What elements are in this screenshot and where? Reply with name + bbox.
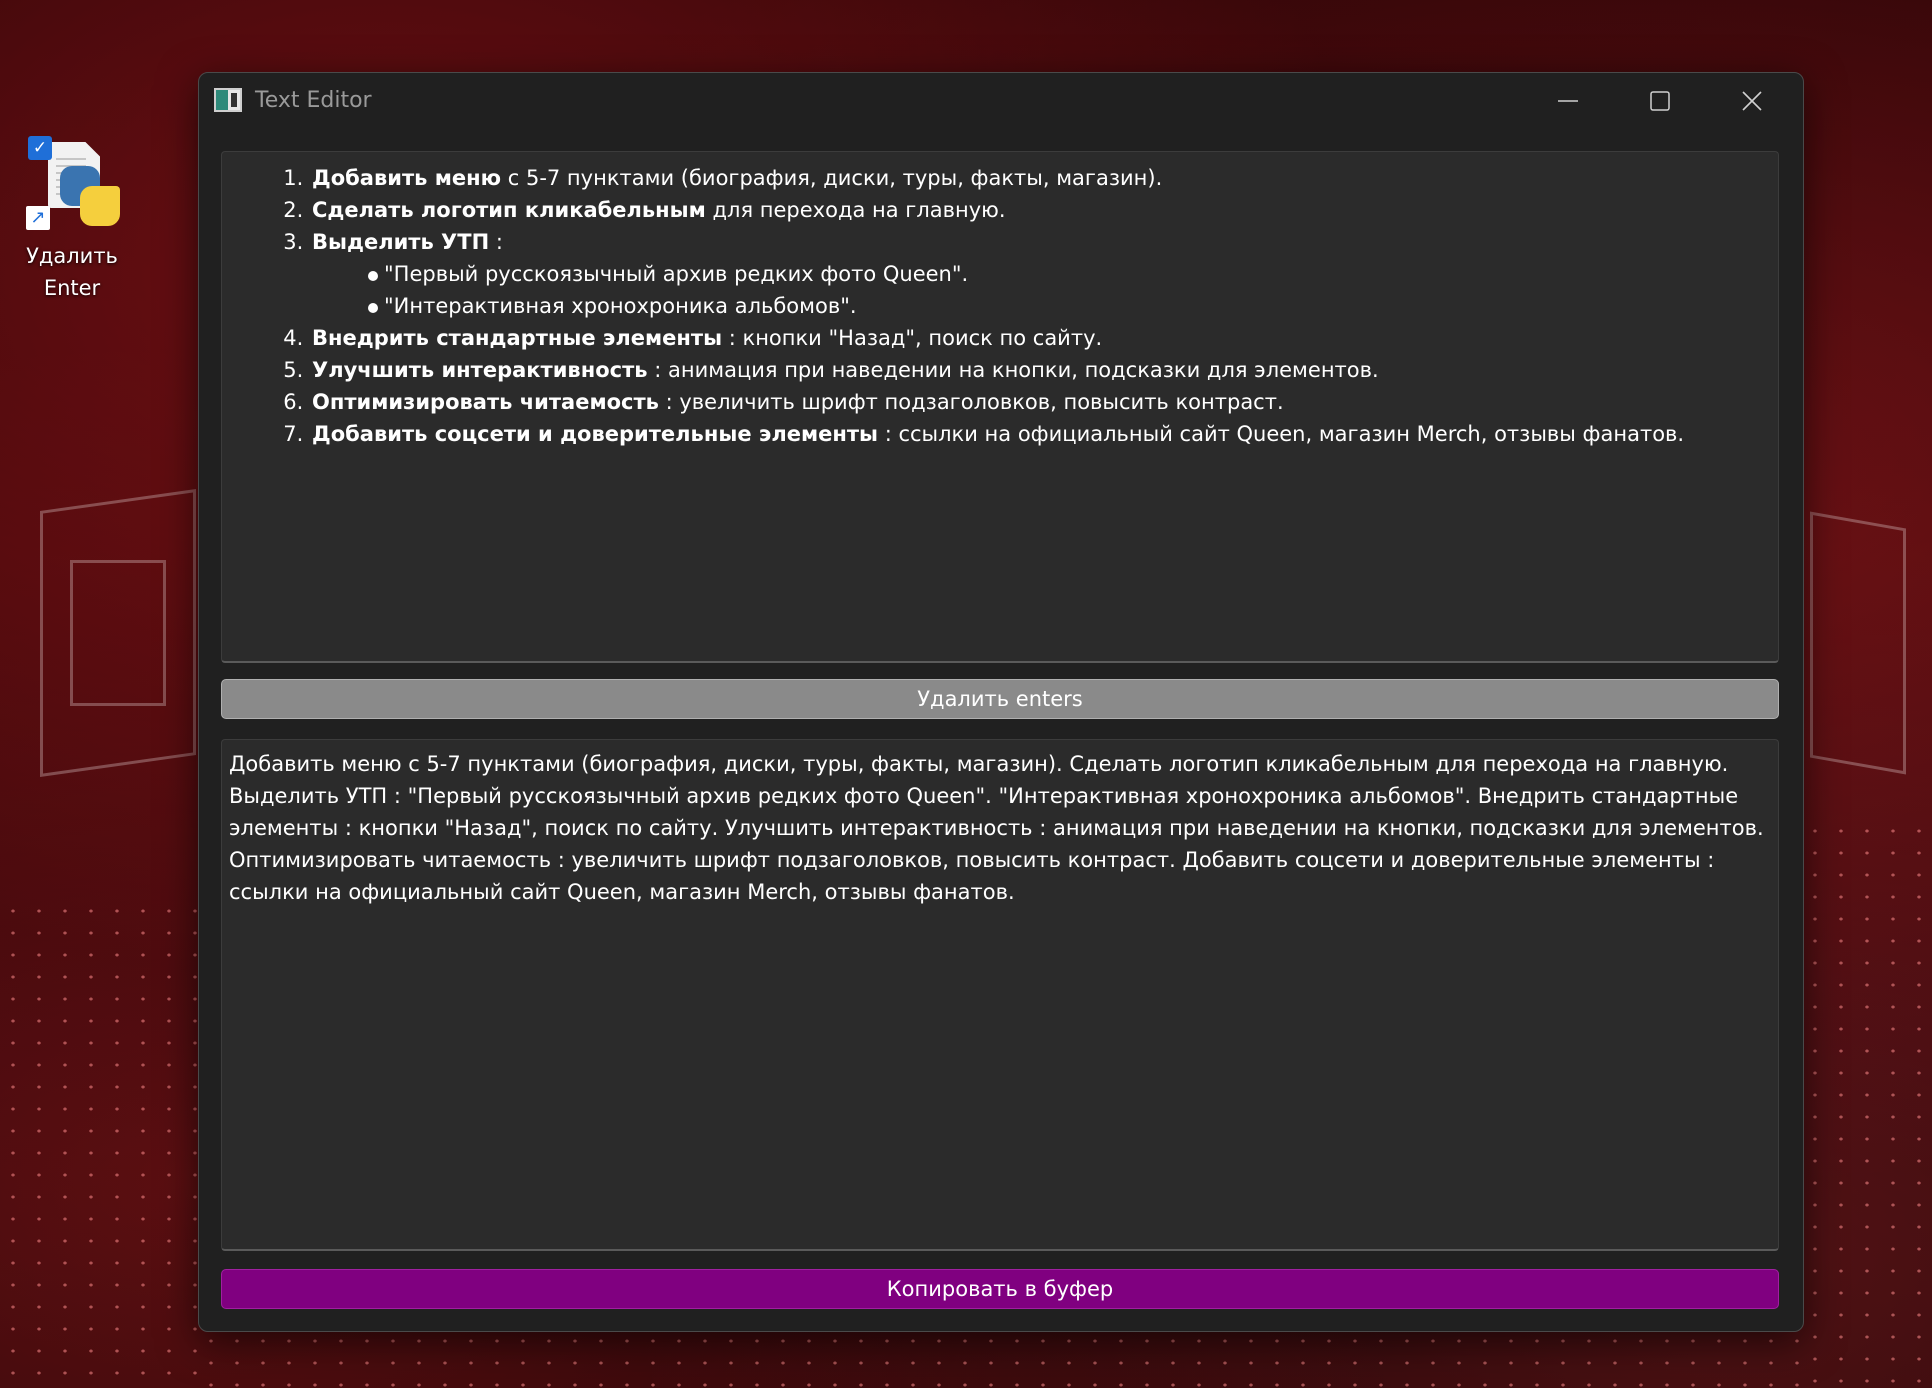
- wallpaper-shape: [70, 560, 166, 706]
- close-button[interactable]: [1707, 73, 1797, 129]
- minimize-icon: [1558, 100, 1578, 102]
- list-item: Оптимизировать читаемость : увеличить шр…: [310, 386, 1778, 418]
- list-item: Добавить соцсети и доверительные элемент…: [310, 418, 1778, 450]
- title-bar[interactable]: Text Editor: [199, 73, 1803, 129]
- sub-list: "Первый русскоязычный архив редких фото …: [312, 258, 1778, 322]
- window-title: Text Editor: [255, 88, 372, 113]
- remove-enters-button[interactable]: Удалить enters: [221, 679, 1779, 719]
- wallpaper-shape: [1810, 511, 1906, 775]
- list-item: Выделить УТП : "Первый русскоязычный арх…: [310, 226, 1778, 322]
- maximize-button[interactable]: [1615, 73, 1705, 129]
- sub-list-item: "Интерактивная хронохроника альбомов".: [368, 290, 1778, 322]
- output-text-area[interactable]: Добавить меню с 5-7 пунктами (биография,…: [221, 739, 1779, 1251]
- wallpaper-lights: [198, 1330, 1802, 1388]
- input-text-area[interactable]: Добавить меню с 5-7 пунктами (биография,…: [221, 151, 1779, 663]
- checkbox-icon: ✓: [28, 136, 52, 160]
- maximize-icon: [1650, 91, 1670, 111]
- sub-list-item: "Первый русскоязычный архив редких фото …: [368, 258, 1778, 290]
- input-list: Добавить меню с 5-7 пунктами (биография,…: [222, 162, 1778, 450]
- wallpaper-lights: [1802, 820, 1932, 1388]
- shortcut-label: Удалить Enter: [26, 244, 118, 300]
- shortcut-arrow-icon: ↗: [26, 206, 50, 230]
- close-icon: [1742, 91, 1762, 111]
- list-item: Внедрить стандартные элементы : кнопки "…: [310, 322, 1778, 354]
- list-item: Добавить меню с 5-7 пунктами (биография,…: [310, 162, 1778, 194]
- wallpaper-lights: [0, 900, 198, 1388]
- desktop-shortcut[interactable]: ✓ ↗ Удалить Enter: [18, 136, 126, 304]
- python-file-icon: ✓ ↗: [22, 136, 122, 236]
- copy-to-clipboard-button[interactable]: Копировать в буфер: [221, 1269, 1779, 1309]
- output-text: Добавить меню с 5-7 пунктами (биография,…: [229, 752, 1764, 904]
- minimize-button[interactable]: [1523, 73, 1613, 129]
- wallpaper-shape: [40, 489, 196, 777]
- list-item: Улучшить интерактивность : анимация при …: [310, 354, 1778, 386]
- list-item: Сделать логотип кликабельным для переход…: [310, 194, 1778, 226]
- app-window: Text Editor Добавить меню с 5-7 пунктами…: [198, 72, 1804, 1332]
- app-icon: [214, 88, 242, 112]
